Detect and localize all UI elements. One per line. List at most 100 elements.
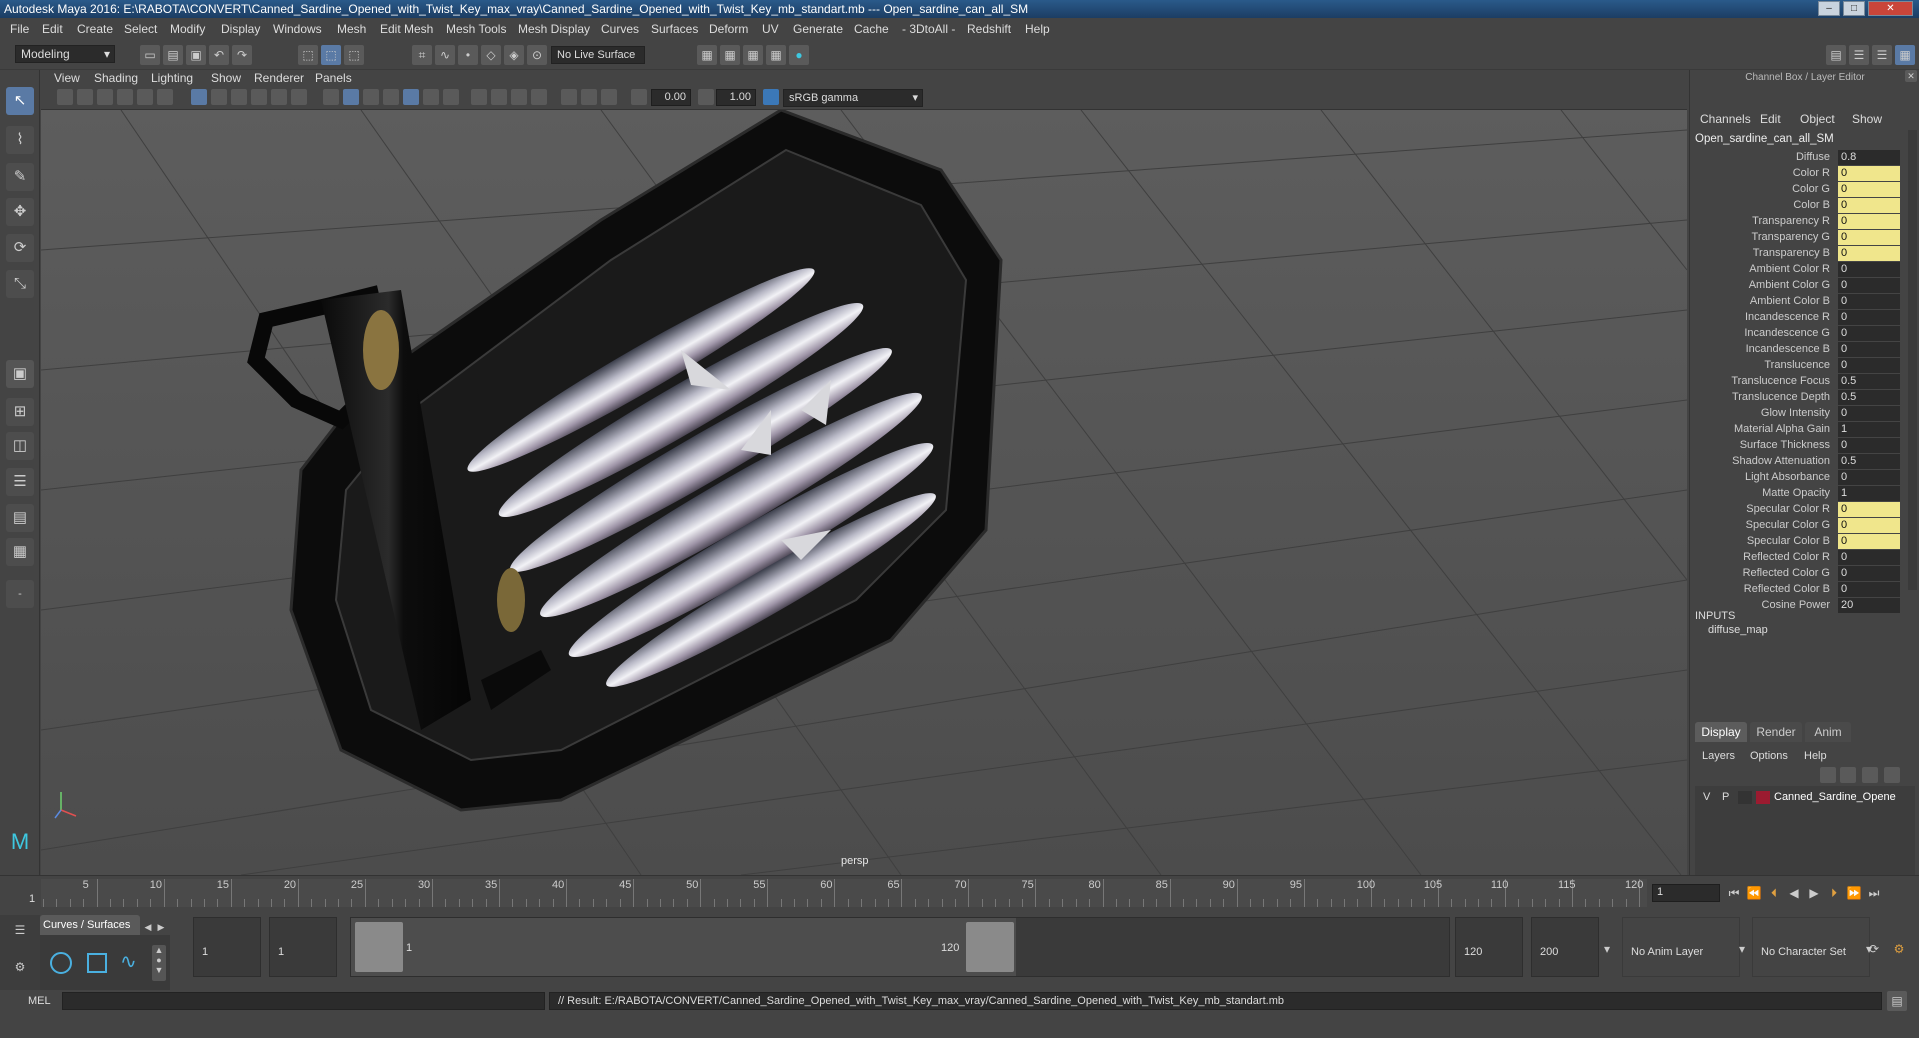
attribute-row[interactable]: Material Alpha Gain 1 [1690, 422, 1915, 438]
render-current-icon[interactable]: ▦ [743, 45, 763, 65]
attribute-row[interactable]: Specular Color B 0 [1690, 534, 1915, 550]
snap-curve-icon[interactable]: ∿ [435, 45, 455, 65]
attribute-row[interactable]: Shadow Attenuation 0.5 [1690, 454, 1915, 470]
select-hierarchy-icon[interactable]: ⬚ [298, 45, 318, 65]
snap-surface-icon[interactable]: ◈ [504, 45, 524, 65]
attribute-row[interactable]: Reflected Color B 0 [1690, 582, 1915, 598]
step-back-key-icon[interactable]: ⏪ [1745, 883, 1763, 903]
layer-visibility-toggle[interactable]: V [1703, 791, 1710, 803]
anim-layer-field[interactable]: No Anim Layer [1622, 917, 1740, 977]
isolate-select-icon[interactable] [531, 89, 547, 105]
attribute-value-field[interactable]: 0.5 [1838, 390, 1900, 405]
go-to-end-icon[interactable]: ⏭ [1865, 883, 1883, 903]
layer-menu-options[interactable]: Options [1750, 750, 1788, 762]
range-end-handle[interactable] [966, 922, 1014, 972]
attribute-value-field[interactable]: 1 [1838, 486, 1900, 501]
tab-anim[interactable]: Anim [1805, 722, 1851, 742]
layer-row[interactable]: V P Canned_Sardine_Opene [1695, 790, 1915, 806]
perspective-viewport[interactable]: persp [41, 110, 1687, 875]
camera-select-icon[interactable] [57, 89, 73, 105]
attribute-value-field[interactable]: 0.8 [1838, 150, 1900, 165]
range-slider-track[interactable]: 1 120 [350, 917, 1450, 977]
attribute-value-field[interactable]: 0 [1838, 342, 1900, 357]
attribute-value-field[interactable]: 0 [1838, 230, 1900, 245]
gear-icon[interactable]: ⚙ [10, 960, 30, 974]
open-scene-icon[interactable]: ▤ [163, 45, 183, 65]
anti-aliasing-icon[interactable] [581, 89, 597, 105]
attribute-row[interactable]: Transparency R 0 [1690, 214, 1915, 230]
range-slider-fill[interactable] [351, 918, 1016, 976]
attribute-value-field[interactable]: 0 [1838, 582, 1900, 597]
layer-menu-layers[interactable]: Layers [1702, 750, 1735, 762]
attribute-value-field[interactable]: 0 [1838, 198, 1900, 213]
menu-3dtoall[interactable]: - 3DtoAll - [902, 22, 955, 36]
modeling-toolkit-icon[interactable]: ▤ [1826, 45, 1846, 65]
attribute-row[interactable]: Specular Color R 0 [1690, 502, 1915, 518]
vp-menu-shading[interactable]: Shading [94, 71, 138, 85]
ambient-occlusion-icon[interactable] [561, 89, 577, 105]
exposure-field[interactable]: 0.00 [651, 89, 691, 106]
two-view-layout-icon[interactable]: ◫ [6, 432, 34, 460]
shelf-tab-curves-surfaces[interactable]: Curves / Surfaces [40, 915, 140, 935]
xray-icon[interactable] [471, 89, 487, 105]
render-view-icon[interactable]: ▦ [720, 45, 740, 65]
save-scene-icon[interactable]: ▣ [186, 45, 206, 65]
animation-end-field[interactable]: 200 [1531, 917, 1599, 977]
inputs-item[interactable]: diffuse_map [1708, 624, 1768, 636]
menu-edit[interactable]: Edit [42, 22, 63, 36]
go-to-start-icon[interactable]: ⏮ [1725, 883, 1743, 903]
attribute-editor-icon[interactable]: ☰ [1849, 45, 1869, 65]
step-forward-key-icon[interactable]: ⏩ [1845, 883, 1863, 903]
move-layer-down-icon[interactable] [1840, 767, 1856, 783]
close-icon[interactable]: ✕ [1905, 70, 1917, 82]
play-forward-icon[interactable]: ▶ [1805, 883, 1823, 903]
attribute-row[interactable]: Color B 0 [1690, 198, 1915, 214]
four-view-layout-icon[interactable]: ⊞ [6, 398, 34, 426]
xray-components-icon[interactable] [511, 89, 527, 105]
attribute-row[interactable]: Matte Opacity 1 [1690, 486, 1915, 502]
nurbs-circle-icon[interactable] [50, 952, 72, 974]
rotate-tool-icon[interactable]: ⟳ [6, 234, 34, 262]
chevron-down-icon[interactable]: ▾ [1600, 939, 1614, 959]
lasso-tool-icon[interactable]: ⌇ [6, 126, 34, 154]
layer-type-toggle[interactable] [1738, 791, 1752, 804]
attribute-row[interactable]: Specular Color G 0 [1690, 518, 1915, 534]
attribute-row[interactable]: Ambient Color R 0 [1690, 262, 1915, 278]
time-ruler[interactable]: 5 10 15 20 25 30 35 40 45 50 55 60 65 70 75 80 85 90 95 100… [29, 879, 1647, 907]
attribute-value-field[interactable]: 20 [1838, 598, 1900, 613]
grid-toggle-icon[interactable] [191, 89, 207, 105]
script-editor-icon[interactable]: ▤ [1887, 991, 1907, 1011]
attribute-row[interactable]: Glow Intensity 0 [1690, 406, 1915, 422]
snap-view-icon[interactable]: ◇ [481, 45, 501, 65]
cb-menu-object[interactable]: Object [1800, 112, 1835, 126]
undo-icon[interactable]: ↶ [209, 45, 229, 65]
attribute-value-field[interactable]: 0 [1838, 470, 1900, 485]
menu-edit-mesh[interactable]: Edit Mesh [380, 22, 433, 36]
menu-select[interactable]: Select [124, 22, 157, 36]
attribute-row[interactable]: Incandescence R 0 [1690, 310, 1915, 326]
textured-icon[interactable] [403, 89, 419, 105]
attribute-value-field[interactable]: 0 [1838, 534, 1900, 549]
attribute-row[interactable]: Ambient Color G 0 [1690, 278, 1915, 294]
vp-menu-renderer[interactable]: Renderer [254, 71, 304, 85]
layer-menu-help[interactable]: Help [1804, 750, 1827, 762]
menu-surfaces[interactable]: Surfaces [651, 22, 698, 36]
menu-generate[interactable]: Generate [793, 22, 843, 36]
snap-grid-icon[interactable]: ⌗ [412, 45, 432, 65]
vp-menu-view[interactable]: View [54, 71, 80, 85]
playback-end-field[interactable]: 120 [1455, 917, 1523, 977]
shadows-icon[interactable] [443, 89, 459, 105]
shelf-scroll-icon[interactable]: ▲ ● ▼ [152, 945, 166, 981]
step-forward-frame-icon[interactable]: ⏵ [1825, 883, 1843, 903]
current-frame-field[interactable]: 1 [1652, 884, 1720, 902]
playback-start-field[interactable]: 1 [269, 917, 337, 977]
safe-action-icon[interactable] [271, 89, 287, 105]
new-scene-icon[interactable]: ▭ [140, 45, 160, 65]
attribute-value-field[interactable]: 0 [1838, 566, 1900, 581]
animation-start-field[interactable]: 1 [193, 917, 261, 977]
gamma-field[interactable]: 1.00 [716, 89, 756, 106]
hypershade-icon[interactable]: ● [789, 45, 809, 65]
tool-settings-icon[interactable]: ☰ [1872, 45, 1892, 65]
select-component-icon[interactable]: ⬚ [344, 45, 364, 65]
exposure-icon[interactable] [631, 89, 647, 105]
